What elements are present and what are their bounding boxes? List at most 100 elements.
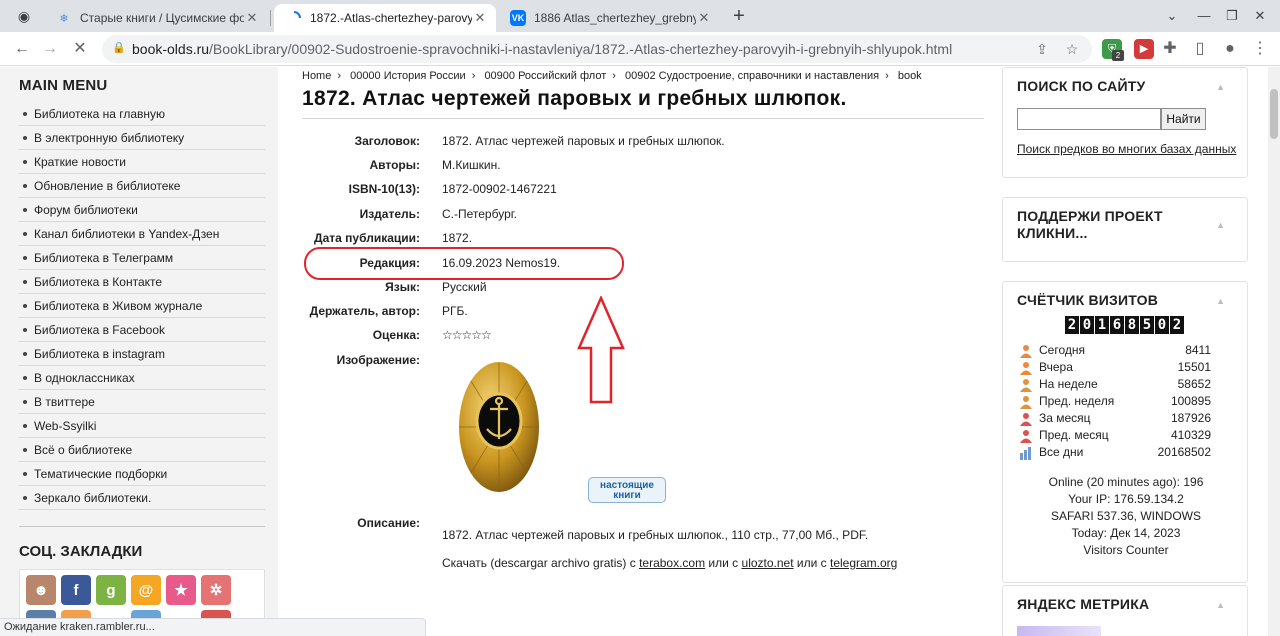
counter-label: За месяц <box>1039 411 1091 425</box>
menu-item-label: Обновление в библиотеке <box>34 178 181 193</box>
tab-list-icon[interactable]: ⌄ <box>1156 0 1188 32</box>
collapse-icon[interactable]: ▲ <box>1216 600 1225 610</box>
collapse-icon[interactable]: ▲ <box>1216 82 1225 92</box>
menu-item[interactable]: В одноклассниках <box>19 366 265 390</box>
url-text[interactable]: book-olds.ru/BookLibrary/00902-Sudostroe… <box>132 41 952 57</box>
tab-separator <box>270 10 271 26</box>
profile-avatar-icon[interactable]: ● <box>1218 37 1242 61</box>
menu-item[interactable]: Библиотека в instagram <box>19 342 265 366</box>
red-highlight-ellipse <box>304 247 624 280</box>
tab-vk[interactable]: VK 1886 Atlas_chertezhey_grebnykh_shl ✕ <box>498 4 720 32</box>
close-icon[interactable]: ✕ <box>244 10 260 26</box>
ancestor-search-link[interactable]: Поиск предков во многих базах данных <box>1017 142 1236 156</box>
menu-item[interactable]: Библиотека в Живом журнале <box>19 294 265 318</box>
menu-kebab-icon[interactable]: ⋮ <box>1248 37 1272 61</box>
tab-strip: ◉ ❄ Старые книги / Цусимские форумы ✕ 18… <box>0 0 1280 32</box>
counter-row-yesterday: Вчера 15501 <box>1019 360 1211 377</box>
menu-item[interactable]: Краткие новости <box>19 150 265 174</box>
counter-row-today: Сегодня 8411 <box>1019 343 1211 360</box>
support-widget-title: ПОДДЕРЖИ ПРОЕКТ КЛИКНИ... <box>1017 208 1163 242</box>
counter-value: 8411 <box>1185 343 1211 357</box>
breadcrumb-home[interactable]: Home <box>302 70 331 82</box>
stop-icon[interactable]: ✕ <box>68 37 92 61</box>
field-row-rating: Оценка: ☆☆☆☆☆ <box>302 328 984 348</box>
menu-item[interactable]: Тематические подборки <box>19 462 265 486</box>
description-text: 1872. Атлас чертежей паровых и гребных ш… <box>442 528 869 542</box>
field-label: Авторы: <box>369 158 420 172</box>
lj-icon[interactable]: ✲ <box>201 575 231 605</box>
tab-search-icon[interactable]: ◉ <box>12 4 36 28</box>
social-bookmark-icon[interactable]: ☻ <box>26 575 56 605</box>
site-search-input[interactable] <box>1017 108 1161 130</box>
close-icon[interactable]: ✕ <box>696 10 712 26</box>
mail-at-icon[interactable]: @ <box>131 575 161 605</box>
tab-atlas-active[interactable]: 1872.-Atlas-chertezhey-parovyih-i-gr ✕ <box>274 4 496 32</box>
menu-item[interactable]: Всё о библиотеке <box>19 438 265 462</box>
address-bar[interactable]: 🔒 book-olds.ru/BookLibrary/00902-Sudostr… <box>102 35 1092 63</box>
new-tab-button[interactable]: + <box>728 5 750 27</box>
menu-item-label: Канал библиотеки в Yandex-Дзен <box>34 226 220 241</box>
counter-label: Пред. неделя <box>1039 394 1115 408</box>
collapse-icon[interactable]: ▲ <box>1216 296 1225 306</box>
counter-row-prev-month: Пред. месяц 410329 <box>1019 428 1211 445</box>
menu-item[interactable]: Обновление в библиотеке <box>19 174 265 198</box>
real-books-button[interactable]: настоящие книги <box>588 477 666 503</box>
field-row-isbn: ISBN-10(13): 1872-00902-1467221 <box>302 182 984 202</box>
menu-item[interactable]: Библиотека на главную <box>19 102 265 126</box>
back-icon[interactable]: ← <box>10 37 34 61</box>
breadcrumb-separator: › <box>337 70 342 82</box>
field-label: Язык: <box>385 280 420 294</box>
menu-item-label: Форум библиотеки <box>34 202 138 217</box>
extensions-puzzle-icon[interactable]: ✚ <box>1158 37 1182 61</box>
field-label: Держатель, автор: <box>309 304 420 318</box>
extension-media-icon[interactable]: ▶ <box>1134 39 1154 59</box>
menu-item[interactable]: Форум библиотеки <box>19 198 265 222</box>
counter-value: 410329 <box>1170 428 1211 442</box>
star-bookmark-icon[interactable]: ★ <box>166 575 196 605</box>
menu-item[interactable]: В электронную библиотеку <box>19 126 265 150</box>
page-title: 1872. Атлас чертежей паровых и гребных ш… <box>302 87 847 110</box>
metrika-informer[interactable] <box>1017 626 1101 636</box>
facebook-icon[interactable]: f <box>61 575 91 605</box>
menu-item[interactable]: Канал библиотеки в Yandex-Дзен <box>19 222 265 246</box>
bullet-icon <box>23 375 27 380</box>
search-button[interactable]: Найти <box>1161 108 1206 130</box>
rating-stars-icon[interactable]: ☆☆☆☆☆ <box>442 328 492 342</box>
terabox-link[interactable]: terabox.com <box>639 556 705 570</box>
tab-forum[interactable]: ❄ Старые книги / Цусимские форумы ✕ <box>44 4 268 32</box>
menu-item[interactable]: Библиотека в Facebook <box>19 318 265 342</box>
menu-item[interactable]: Библиотека в Телеграмм <box>19 246 265 270</box>
menu-item[interactable]: Зеркало библиотеки. <box>19 486 265 510</box>
field-value: 1872. Атлас чертежей паровых и гребных ш… <box>442 134 725 148</box>
field-row-language: Язык: Русский <box>302 280 984 300</box>
lock-icon[interactable]: 🔒 <box>112 41 126 54</box>
counter-label: Вчера <box>1039 360 1073 374</box>
menu-item[interactable]: Web-Ssyilki <box>19 414 265 438</box>
menu-item[interactable]: В твиттере <box>19 390 265 414</box>
counter-value: 20168502 <box>1157 445 1211 459</box>
telegram-link[interactable]: telegram.org <box>830 556 897 570</box>
breadcrumb-shipbuilding[interactable]: 00902 Судостроение, справочники и настав… <box>625 70 879 82</box>
menu-item[interactable]: Библиотека в Контакте <box>19 270 265 294</box>
breadcrumb-history[interactable]: 00000 История России <box>350 70 466 82</box>
side-panel-icon[interactable]: ▯ <box>1188 37 1212 61</box>
field-value: Русский <box>442 280 487 294</box>
forward-icon[interactable]: → <box>38 37 62 61</box>
breadcrumb-fleet[interactable]: 00900 Российский флот <box>484 70 606 82</box>
bullet-icon <box>23 399 27 404</box>
google-icon[interactable]: g <box>96 575 126 605</box>
share-icon[interactable]: ⇪ <box>1032 39 1052 59</box>
field-value: М.Кишкин. <box>442 158 501 172</box>
bookmark-star-icon[interactable]: ☆ <box>1062 39 1082 59</box>
ulozto-link[interactable]: ulozto.net <box>742 556 794 570</box>
scrollbar-thumb[interactable] <box>1270 89 1278 139</box>
close-icon[interactable]: ✕ <box>472 10 488 26</box>
close-window-icon[interactable]: ✕ <box>1244 0 1276 32</box>
field-value: РГБ. <box>442 304 468 318</box>
page-scrollbar[interactable] <box>1268 67 1280 636</box>
collapse-icon[interactable]: ▲ <box>1216 220 1225 230</box>
counter-row-all: Все дни 20168502 <box>1019 445 1211 462</box>
field-row-title: Заголовок: 1872. Атлас чертежей паровых и… <box>302 134 984 154</box>
your-ip: Your IP: 176.59.134.2 <box>1068 492 1184 506</box>
bullet-icon <box>23 495 27 500</box>
